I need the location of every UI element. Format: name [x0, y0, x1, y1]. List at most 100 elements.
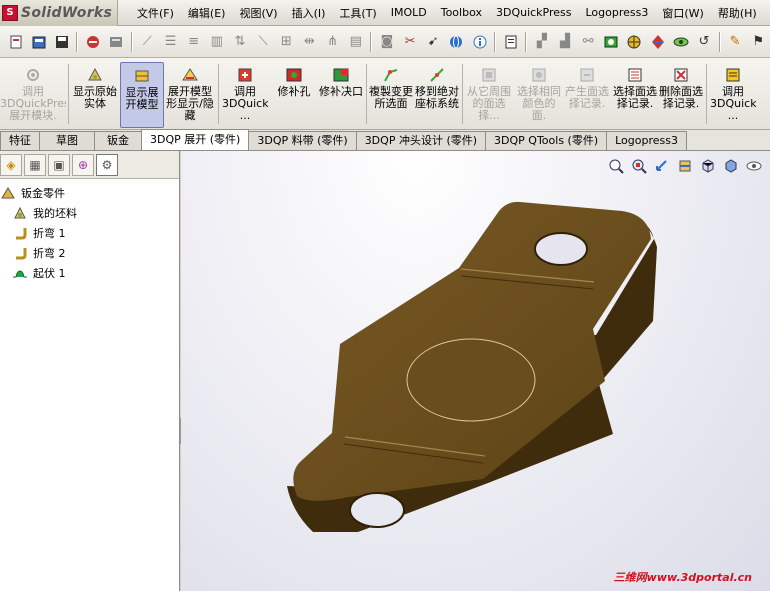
trim-icon[interactable]: ⟍ — [254, 32, 273, 52]
tree-root[interactable]: 钣金零件 — [0, 183, 179, 203]
tab-sketch[interactable]: 草图 — [39, 131, 95, 150]
tree-item[interactable]: 我的坯料 — [0, 203, 179, 223]
tab-3dqp-unfold[interactable]: 3DQP 展开 (零件) — [141, 129, 250, 150]
flat-model-icon — [133, 67, 151, 85]
new-document-icon[interactable] — [6, 32, 25, 52]
part-model[interactable] — [181, 151, 770, 591]
flag-icon[interactable]: ⚑ — [749, 32, 768, 52]
properties-icon[interactable] — [501, 32, 520, 52]
command-label: 选择面选择记录. — [613, 85, 657, 110]
tab-logopress3[interactable]: Logopress3 — [606, 131, 687, 150]
spacing-icon[interactable]: ⇹ — [300, 32, 319, 52]
menu-tools[interactable]: 工具(T) — [332, 5, 383, 21]
rotate-icon[interactable]: ↺ — [694, 32, 713, 52]
tab-features[interactable]: 特征 — [0, 131, 40, 150]
menu-toolbox[interactable]: Toolbox — [434, 6, 489, 19]
call-3dquickpress-button[interactable]: 调用3DQuickPress ... — [222, 62, 268, 128]
tree-item-label: 折弯 2 — [33, 247, 66, 260]
patch-gap-icon — [332, 66, 350, 84]
open-icon[interactable] — [29, 32, 48, 52]
feature-manager-tabs: ◈ ▦ ▣ ⊕ ⚙ — [0, 151, 179, 179]
tree-item-label: 折弯 1 — [33, 227, 66, 240]
tree-root-label: 钣金零件 — [21, 187, 65, 200]
sketch-icon[interactable]: ✎ — [726, 32, 745, 52]
menu-help[interactable]: 帮助(H) — [711, 5, 764, 21]
feature-tree: 钣金零件 我的坯料 折弯 1 折弯 2 起伏 1 — [0, 179, 179, 283]
menu-edit[interactable]: 编辑(E) — [181, 5, 233, 21]
grid-icon[interactable]: ⊞ — [277, 32, 296, 52]
tab-3dqp-strip[interactable]: 3DQP 料带 (零件) — [248, 131, 357, 150]
columns-icon[interactable]: ▥ — [207, 32, 226, 52]
menu-file[interactable]: 文件(F) — [130, 5, 181, 21]
menu-insert[interactable]: 插入(I) — [285, 5, 333, 21]
material-icon[interactable] — [625, 32, 644, 52]
delete-face-selection-record-button[interactable]: 删除面选择记录. — [658, 62, 704, 128]
delete-record-icon — [672, 66, 690, 84]
emboss-feature — [406, 338, 536, 422]
mounting-hole — [534, 232, 588, 266]
camera-icon[interactable]: ◙ — [377, 32, 396, 52]
menu-3dquickpress[interactable]: 3DQuickPress — [489, 6, 579, 19]
rebuild-icon[interactable] — [83, 32, 102, 52]
feature-tree-icon[interactable]: ◈ — [0, 153, 22, 176]
options-icon[interactable] — [107, 32, 126, 52]
align-icon[interactable]: ☰ — [161, 32, 180, 52]
tree-item[interactable]: 起伏 1 — [0, 263, 179, 283]
call-3dquickpress-button-2[interactable]: 调用3DQuickPress ... — [710, 62, 756, 128]
part-icon[interactable]: ▟ — [555, 32, 574, 52]
copy-change-selected-face-button[interactable]: 複製变更所选面 — [369, 62, 413, 128]
app-logo: S SolidWorks — [0, 0, 118, 26]
menu-view[interactable]: 视图(V) — [232, 5, 284, 21]
tab-sheet-metal[interactable]: 钣金 — [94, 131, 142, 150]
link-icon[interactable]: ⚯ — [579, 32, 598, 52]
show-original-icon — [86, 66, 104, 84]
tree-item[interactable]: 折弯 1 — [0, 223, 179, 243]
arrow-icon[interactable]: ➹ — [424, 32, 443, 52]
tree-item[interactable]: 折弯 2 — [0, 243, 179, 263]
info-icon[interactable] — [470, 32, 489, 52]
3dquickpress-pane-icon[interactable]: ⚙ — [96, 153, 118, 176]
tab-3dqp-qtools[interactable]: 3DQP QTools (零件) — [485, 131, 608, 150]
color-icon[interactable] — [648, 32, 667, 52]
select-same-color-faces-button[interactable]: 选择相同颜色的面. — [516, 62, 562, 128]
show-original-body-button[interactable]: 显示原始实体 — [72, 62, 118, 128]
distribute-icon[interactable]: ≡ — [184, 32, 203, 52]
patch-gaps-button[interactable]: 修补决口 — [318, 62, 364, 128]
command-label: 移到绝对座标系统 — [415, 85, 459, 110]
table-icon[interactable]: ▤ — [346, 32, 365, 52]
command-label: 调用3DQuickPress展开模块. — [0, 85, 66, 122]
create-face-selection-record-button[interactable]: 产生面选择记录. — [564, 62, 610, 128]
bend-icon — [12, 225, 28, 241]
patch-holes-button[interactable]: 修补孔 — [272, 62, 316, 128]
dimxpert-icon[interactable]: ⊕ — [72, 153, 94, 176]
scissors-icon[interactable]: ✂ — [401, 32, 420, 52]
comb-icon[interactable]: ⋔ — [323, 32, 342, 52]
patch-hole-icon — [285, 66, 303, 84]
show-flat-model-button[interactable]: 显示展开模型 — [120, 62, 164, 128]
app-title: SolidWorks — [21, 4, 113, 21]
globe-icon[interactable] — [447, 32, 466, 52]
view-icon[interactable] — [602, 32, 621, 52]
select-record-icon — [626, 66, 644, 84]
save-icon[interactable] — [52, 32, 71, 52]
menu-logopress3[interactable]: Logopress3 — [579, 6, 656, 19]
flip-icon[interactable]: ⇅ — [230, 32, 249, 52]
select-face-selection-record-button[interactable]: 选择面选择记录. — [612, 62, 658, 128]
eye-icon[interactable] — [671, 32, 690, 52]
assembly-icon[interactable]: ▞ — [532, 32, 551, 52]
sketch-tool-icon[interactable]: ⟋ — [138, 32, 157, 52]
graphics-area[interactable]: 三维网www.3dportal.cn — [181, 151, 770, 591]
move-to-absolute-coordinates-button[interactable]: 移到绝对座标系统 — [415, 62, 459, 128]
menu-window[interactable]: 窗口(W) — [655, 5, 710, 21]
configuration-manager-icon[interactable]: ▣ — [48, 153, 70, 176]
toggle-flat-model-display-button[interactable]: 展开模型形显示/隐藏 — [166, 62, 214, 128]
command-manager: 调用3DQuickPress展开模块. 显示原始实体 显示展开模型 展开模型形显… — [0, 58, 770, 130]
menu-imold[interactable]: IMOLD — [384, 6, 434, 19]
command-label: 从它周围的面选择... — [467, 85, 511, 122]
call-3dquickpress-unfold-module-button[interactable]: 调用3DQuickPress展开模块. — [0, 62, 66, 128]
property-manager-icon[interactable]: ▦ — [24, 153, 46, 176]
command-label: 展开模型形显示/隐藏 — [166, 85, 214, 122]
select-from-surrounding-faces-button[interactable]: 从它周围的面选择... — [466, 62, 512, 128]
tab-3dqp-punch-design[interactable]: 3DQP 冲头设计 (零件) — [355, 131, 487, 150]
command-label: 修补决口 — [319, 85, 363, 98]
